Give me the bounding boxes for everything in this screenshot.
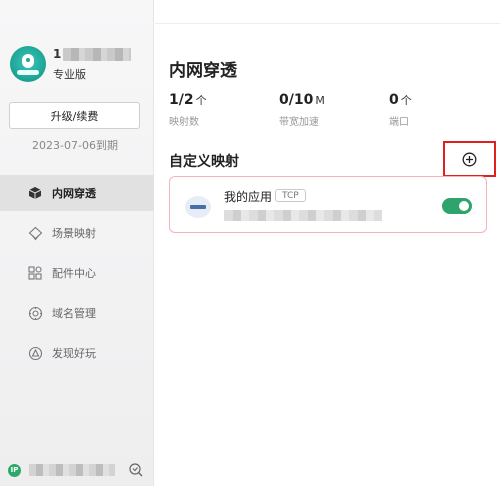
location-pin-icon xyxy=(22,54,34,68)
add-mapping-button[interactable] xyxy=(443,141,496,177)
ip-address-redacted xyxy=(29,464,115,476)
stat-ports: 0个 端口 xyxy=(389,89,499,128)
stat-label: 带宽加速 xyxy=(279,117,319,128)
stat-unit: 个 xyxy=(400,94,412,107)
stat-unit: M xyxy=(315,94,325,107)
plan-label: 专业版 xyxy=(53,68,86,81)
stat-unit: 个 xyxy=(195,94,207,107)
username-redacted xyxy=(63,47,131,61)
username: 1 xyxy=(53,47,131,61)
sidebar-item-scenes[interactable]: 场景映射 xyxy=(0,215,154,251)
divider xyxy=(155,23,500,24)
ip-badge: IP xyxy=(8,463,21,477)
triangle-circle-icon xyxy=(27,345,43,361)
stat-bandwidth: 0/10 M 带宽加速 xyxy=(279,89,389,128)
mapping-toggle[interactable] xyxy=(442,198,472,214)
refresh-search-icon[interactable] xyxy=(128,462,144,478)
sidebar-item-label: 发现好玩 xyxy=(52,347,96,360)
toggle-knob xyxy=(459,201,469,211)
page-title: 内网穿透 xyxy=(169,61,237,81)
stat-mappings: 1/2 个 映射数 xyxy=(169,89,279,128)
sidebar: 1 专业版 升级/续费 2023-07-06到期 内网穿透 场景映射 配件中心 xyxy=(0,0,154,486)
sidebar-footer: IP xyxy=(8,461,148,479)
sidebar-item-intranet[interactable]: 内网穿透 xyxy=(0,175,154,211)
sidebar-item-label: 配件中心 xyxy=(52,267,96,280)
sidebar-item-accessories[interactable]: 配件中心 xyxy=(0,255,154,291)
app-icon xyxy=(184,195,212,219)
sidebar-item-label: 内网穿透 xyxy=(52,187,96,200)
sidebar-item-discover[interactable]: 发现好玩 xyxy=(0,335,154,371)
stat-value: 1/2 xyxy=(169,92,194,108)
stat-label: 端口 xyxy=(389,117,409,128)
stat-value: 0 xyxy=(389,92,399,108)
grid-apps-icon xyxy=(27,265,43,281)
cube-icon xyxy=(27,185,43,201)
stats-row: 1/2 个 映射数 0/10 M 带宽加速 0个 端口 xyxy=(169,89,499,128)
mapping-address-redacted xyxy=(224,210,382,221)
stat-value: 0/10 xyxy=(279,92,314,108)
avatar[interactable] xyxy=(10,46,46,82)
username-text: 1 xyxy=(53,47,62,61)
sidebar-item-label: 场景映射 xyxy=(52,227,96,240)
upgrade-button[interactable]: 升级/续费 xyxy=(9,102,140,129)
stat-label: 映射数 xyxy=(169,117,199,128)
diamond-house-icon xyxy=(27,225,43,241)
protocol-badge: TCP xyxy=(275,189,306,202)
sidebar-item-domains[interactable]: 域名管理 xyxy=(0,295,154,331)
main-panel: 内网穿透 1/2 个 映射数 0/10 M 带宽加速 0个 端口 自定义映射 我的应… xyxy=(155,0,500,486)
mapping-card[interactable]: 我的应用 TCP xyxy=(169,176,487,233)
sidebar-item-label: 域名管理 xyxy=(52,307,96,320)
sidebar-nav: 内网穿透 场景映射 配件中心 域名管理 发现好玩 xyxy=(0,175,154,375)
section-title: 自定义映射 xyxy=(169,154,239,170)
plus-circle-icon xyxy=(462,152,477,166)
mapping-name: 我的应用 xyxy=(224,190,273,204)
globe-gear-icon xyxy=(27,305,43,321)
expire-date: 2023-07-06到期 xyxy=(32,139,118,152)
